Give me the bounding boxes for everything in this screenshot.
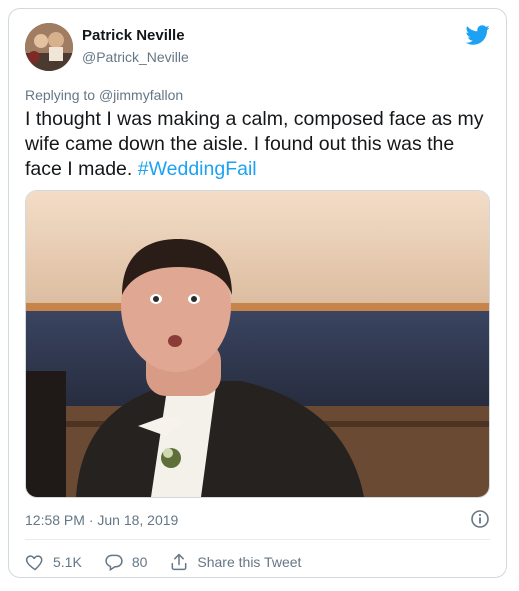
tweet-card: Patrick Neville @Patrick_Neville Replyin… [8,8,507,578]
tweet-text: I thought I was making a calm, composed … [25,107,495,182]
reply-target-link[interactable]: @jimmyfallon [99,87,183,103]
like-button[interactable]: 5.1K [25,552,82,572]
avatar[interactable] [25,23,73,71]
display-name[interactable]: Patrick Neville [82,27,185,44]
reply-count: 80 [131,554,148,570]
share-icon [171,553,187,571]
share-label: Share this Tweet [197,554,302,570]
user-handle[interactable]: @Patrick_Neville [82,49,189,65]
tweet-photo[interactable] [25,190,490,498]
share-button[interactable]: Share this Tweet [169,552,301,572]
reply-icon [105,554,123,572]
hashtag-link[interactable]: #WeddingFail [138,158,257,180]
tweet-timestamp[interactable]: 12:58 PM · Jun 18, 2019 [25,512,178,528]
info-icon[interactable] [470,509,490,529]
heart-icon [25,555,43,571]
wedding-photo [26,191,489,497]
tweet-actions: 5.1K 80 Share this Tweet [25,550,323,574]
replying-prefix: Replying to [25,87,99,103]
replying-to: Replying to @jimmyfallon [25,87,183,103]
twitter-bird-icon[interactable] [465,23,490,47]
reply-button[interactable]: 80 [104,552,148,572]
like-count: 5.1K [53,554,82,570]
divider [25,539,490,540]
